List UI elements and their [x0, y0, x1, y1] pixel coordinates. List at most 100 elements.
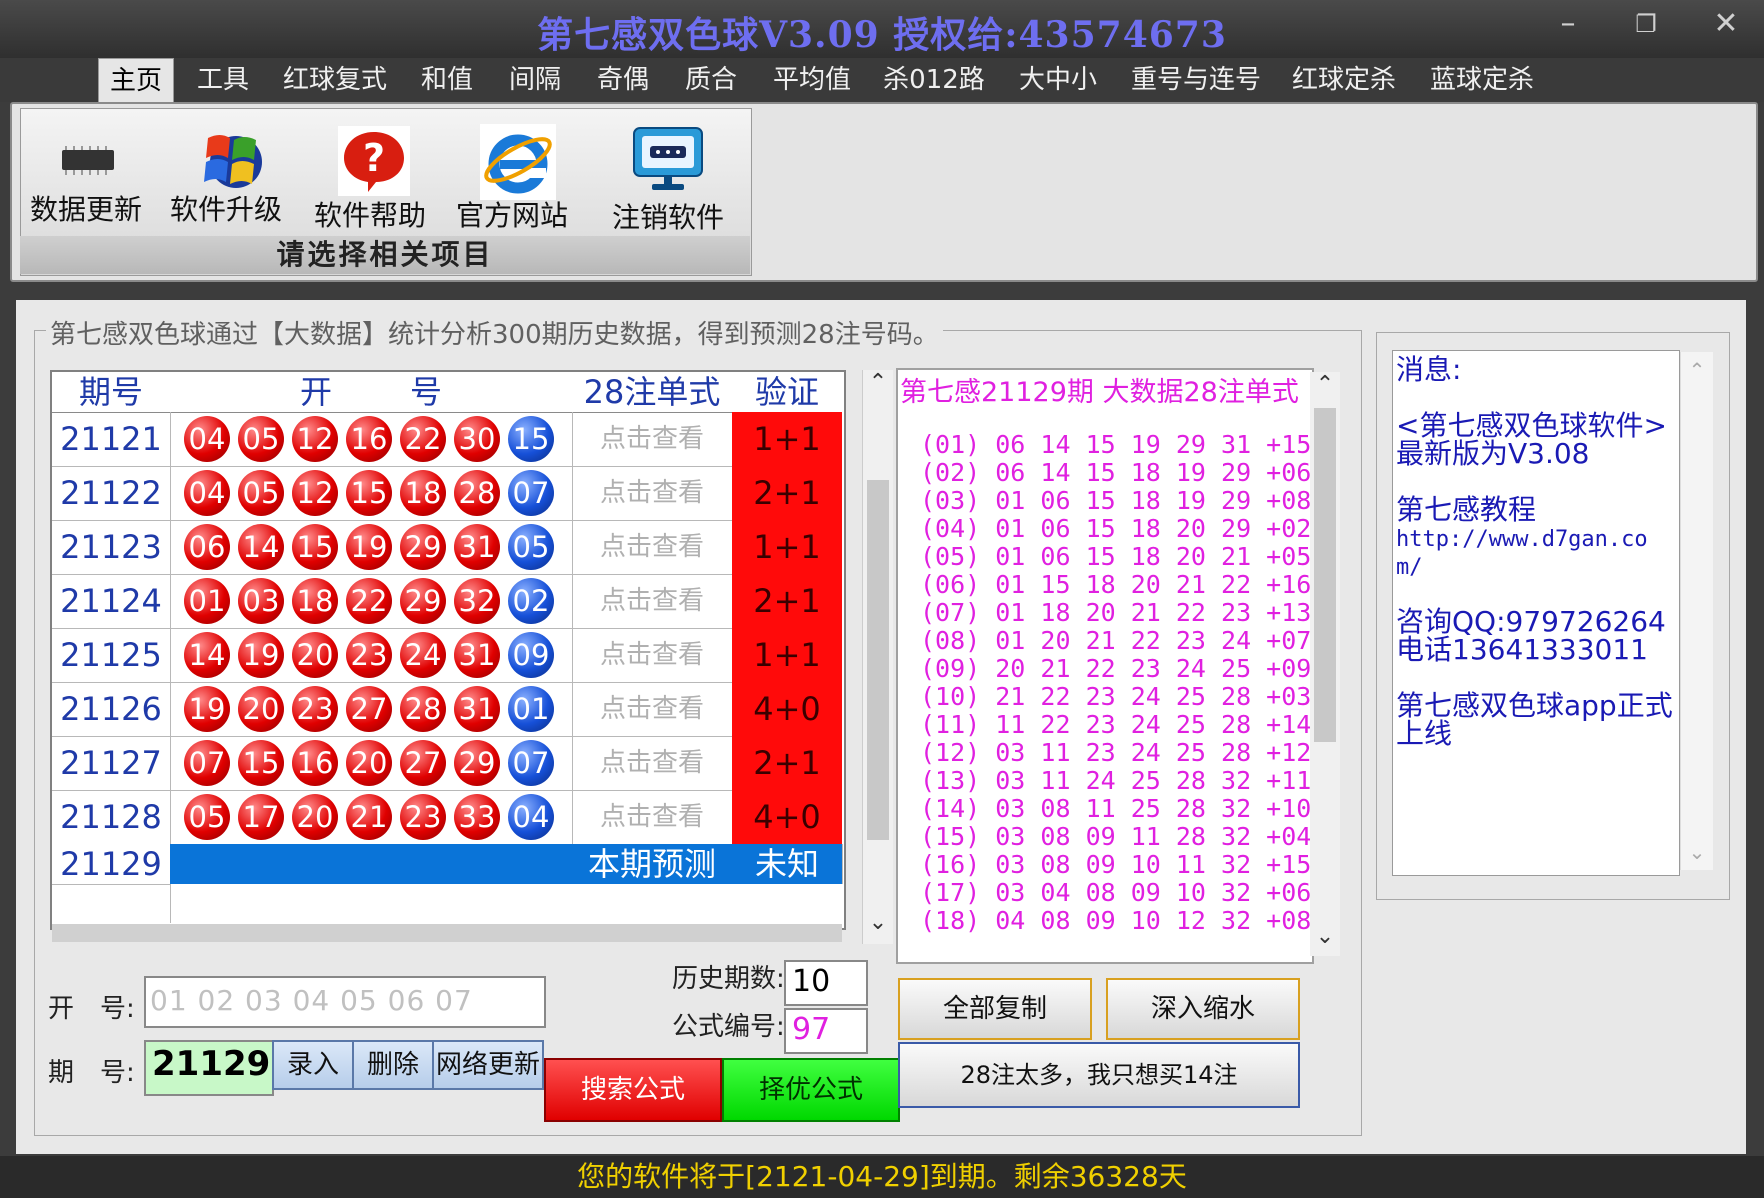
- formula-input[interactable]: 97: [784, 1008, 868, 1054]
- prediction-scroll-down[interactable]: ⌄: [1310, 924, 1340, 952]
- website-button[interactable]: 官方网站: [450, 122, 574, 232]
- ribbon-caption: 请选择相关项目: [20, 236, 750, 274]
- history-input-value: 10: [792, 964, 831, 999]
- table-row: 21124 01 03 18 22 29 32 02 点击查看 2+1: [52, 574, 842, 629]
- delete-button[interactable]: 删除: [352, 1040, 434, 1090]
- shrink-button[interactable]: 深入缩水: [1106, 978, 1300, 1040]
- buy-14-button[interactable]: 28注太多，我只想买14注: [898, 1042, 1300, 1108]
- upgrade-button[interactable]: 软件升级: [164, 122, 288, 232]
- tab-odd-even[interactable]: 奇偶: [588, 58, 658, 102]
- current-verify-cell: 未知: [732, 844, 843, 884]
- current-row[interactable]: 21129 本期预测 未知: [52, 844, 843, 884]
- prediction-line: (03) 01 06 15 18 19 29 +08: [920, 486, 1312, 515]
- tab-kill-012[interactable]: 杀012路: [876, 58, 992, 102]
- red-ball: 12: [292, 470, 338, 516]
- red-ball: 32: [454, 578, 500, 624]
- help-button[interactable]: ? 软件帮助: [308, 122, 432, 232]
- tab-home[interactable]: 主页: [98, 58, 174, 105]
- prediction-scroll-up[interactable]: ⌃: [1310, 372, 1340, 400]
- grid-scroll-down[interactable]: ⌄: [863, 910, 893, 940]
- blue-ball: 02: [508, 578, 554, 624]
- view-link[interactable]: 点击查看: [572, 574, 733, 629]
- red-ball: 23: [400, 794, 446, 840]
- current-draw-cell: [170, 844, 573, 884]
- network-update-button[interactable]: 网络更新: [432, 1040, 544, 1090]
- red-ball: 20: [238, 686, 284, 732]
- issue-input[interactable]: 21129: [144, 1040, 274, 1096]
- status-bar: 您的软件将于[2121-04-29]到期。剩余36328天: [0, 1156, 1764, 1198]
- close-button[interactable]: ✕: [1706, 6, 1746, 42]
- best-formula-button[interactable]: 择优公式: [722, 1058, 900, 1122]
- prediction-scrollbar[interactable]: ⌃ ⌄: [1310, 372, 1340, 956]
- tab-blue-kill[interactable]: 蓝球定杀: [1424, 58, 1540, 102]
- view-link[interactable]: 点击查看: [572, 682, 733, 737]
- blue-ball: 07: [508, 470, 554, 516]
- verify-cell: 2+1: [732, 574, 842, 629]
- draw-cell: 04 05 12 16 22 30 15: [170, 412, 573, 467]
- enter-button[interactable]: 录入: [272, 1040, 354, 1090]
- prediction-line: (09) 20 21 22 23 24 25 +09: [920, 654, 1312, 683]
- draw-label: 开 号:: [48, 994, 135, 1024]
- verify-cell: 1+1: [732, 412, 842, 467]
- restore-button[interactable]: ❐: [1626, 6, 1666, 42]
- verify-cell: 1+1: [732, 628, 842, 683]
- tab-sum[interactable]: 和值: [412, 58, 482, 102]
- verify-cell: 2+1: [732, 736, 842, 791]
- tab-interval[interactable]: 间隔: [500, 58, 570, 102]
- grid-scrollbar[interactable]: ⌃ ⌄: [862, 370, 893, 944]
- red-ball: 30: [454, 416, 500, 462]
- grid-scroll-up[interactable]: ⌃: [863, 370, 893, 400]
- red-ball: 14: [184, 632, 230, 678]
- message-scroll-up[interactable]: ⌃: [1681, 358, 1713, 382]
- draw-cell: 07 15 16 20 27 29 07: [170, 736, 573, 791]
- header-draw-kai: 开: [300, 373, 333, 411]
- tab-repeat-consecutive[interactable]: 重号与连号: [1126, 58, 1266, 102]
- view-link[interactable]: 点击查看: [572, 466, 733, 521]
- red-ball: 23: [346, 632, 392, 678]
- message-tutorial: 第七感教程: [1396, 493, 1537, 526]
- red-ball: 03: [238, 578, 284, 624]
- empty-row: [52, 884, 171, 923]
- tab-average[interactable]: 平均值: [764, 58, 860, 102]
- draw-input[interactable]: 01 02 03 04 05 06 07: [144, 976, 546, 1028]
- issue-cell: 21123: [52, 520, 171, 575]
- prediction-line: (10) 21 22 23 24 25 28 +03: [920, 682, 1312, 711]
- message-version: <第七感双色球软件>最新版为V3.08: [1396, 409, 1667, 470]
- minimize-button[interactable]: –: [1548, 6, 1588, 42]
- red-ball: 15: [292, 524, 338, 570]
- header-verify: 验证: [732, 372, 842, 413]
- grid-scroll-thumb[interactable]: [867, 480, 889, 840]
- message-qq: 咨询QQ:979726264: [1396, 605, 1666, 638]
- logout-button[interactable]: 注销软件: [606, 122, 730, 234]
- prediction-line: (15) 03 08 09 11 28 32 +04: [920, 822, 1312, 851]
- view-link[interactable]: 点击查看: [572, 628, 733, 683]
- tab-tools[interactable]: 工具: [186, 58, 260, 102]
- data-update-button[interactable]: 数据更新: [24, 122, 148, 232]
- draw-cell: 19 20 23 27 28 31 01: [170, 682, 573, 737]
- prediction-scroll-thumb[interactable]: [1314, 408, 1336, 742]
- table-row: 21121 04 05 12 16 22 30 15 点击查看 1+1: [52, 412, 842, 467]
- red-ball: 21: [346, 794, 392, 840]
- header-draw-hao: 号: [410, 373, 443, 411]
- tab-red-kill[interactable]: 红球定杀: [1286, 58, 1402, 102]
- view-link[interactable]: 点击查看: [572, 412, 733, 467]
- search-formula-button[interactable]: 搜索公式: [544, 1058, 722, 1122]
- view-link[interactable]: 点击查看: [572, 790, 733, 845]
- red-ball: 19: [238, 632, 284, 678]
- message-scroll-down[interactable]: ⌄: [1681, 840, 1713, 864]
- red-ball: 12: [292, 416, 338, 462]
- verify-cell: 4+0: [732, 790, 842, 845]
- copy-all-button[interactable]: 全部复制: [898, 978, 1092, 1040]
- tab-red-multi[interactable]: 红球复式: [280, 58, 390, 102]
- red-ball: 31: [454, 632, 500, 678]
- tab-prime-composite[interactable]: 质合: [676, 58, 746, 102]
- view-link[interactable]: 点击查看: [572, 520, 733, 575]
- prediction-line: (13) 03 11 24 25 28 32 +11: [920, 766, 1312, 795]
- message-website-link[interactable]: http://www.d7gan.com/: [1396, 526, 1674, 582]
- red-ball: 07: [184, 740, 230, 786]
- message-scrollbar[interactable]: ⌃ ⌄: [1680, 352, 1713, 870]
- grid-footer: [52, 924, 842, 942]
- history-input[interactable]: 10: [784, 960, 868, 1006]
- tab-size[interactable]: 大中小: [1008, 58, 1108, 102]
- view-link[interactable]: 点击查看: [572, 736, 733, 791]
